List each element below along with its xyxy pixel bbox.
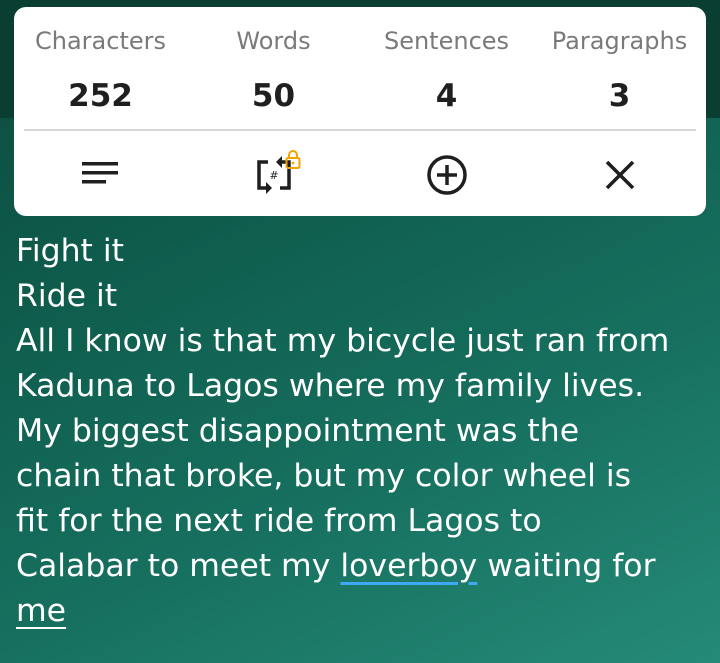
stat-words: Words 50	[187, 7, 360, 129]
text-line: Ride it	[16, 278, 118, 314]
stat-label: Words	[236, 27, 311, 55]
text-line: All I know is that my bicycle just ran f…	[16, 323, 670, 359]
text-line: Calabar to meet my loverboy waiting for	[16, 544, 716, 589]
text-fragment: Calabar to meet my	[16, 548, 341, 584]
add-circle-icon	[426, 155, 467, 195]
stat-value: 252	[68, 78, 133, 114]
stat-sentences: Sentences 4	[360, 7, 533, 129]
underlined-word: me	[16, 593, 67, 629]
text-line: fit for the next ride from Lagos to	[16, 503, 542, 539]
misspelled-word[interactable]: loverboy	[340, 548, 477, 584]
stat-paragraphs: Paragraphs 3	[533, 7, 706, 129]
stats-divider	[24, 129, 696, 131]
text-line: Kaduna to Lagos where my family lives.	[16, 368, 645, 404]
stats-row: Characters 252 Words 50 Sentences 4 Para…	[14, 7, 706, 129]
stat-label: Characters	[35, 27, 166, 55]
stat-value: 3	[608, 78, 631, 114]
text-fragment: waiting for	[477, 548, 656, 584]
text-line: me	[16, 589, 716, 634]
close-button[interactable]	[533, 137, 706, 213]
text-line: Fight it	[16, 233, 125, 269]
stat-characters: Characters 252	[14, 7, 187, 129]
add-button[interactable]	[360, 137, 533, 213]
stat-value: 4	[435, 78, 458, 114]
stat-label: Sentences	[383, 27, 510, 55]
text-editor[interactable]: Fight it Ride it All I know is that my b…	[16, 229, 716, 634]
stat-value: 50	[251, 78, 296, 114]
stat-label: Paragraphs	[551, 27, 688, 55]
menu-lines-icon	[81, 162, 118, 184]
menu-button[interactable]	[14, 137, 187, 213]
toolbar: #	[14, 137, 706, 213]
text-line: chain that broke, but my color wheel is	[16, 458, 632, 494]
svg-text:#: #	[269, 169, 278, 182]
lock-icon	[285, 150, 301, 169]
text-line: My biggest disappointment was the	[16, 413, 580, 449]
close-icon	[605, 160, 634, 190]
hashtag-swap-button[interactable]: #	[187, 137, 360, 213]
stats-card: Characters 252 Words 50 Sentences 4 Para…	[14, 7, 706, 216]
